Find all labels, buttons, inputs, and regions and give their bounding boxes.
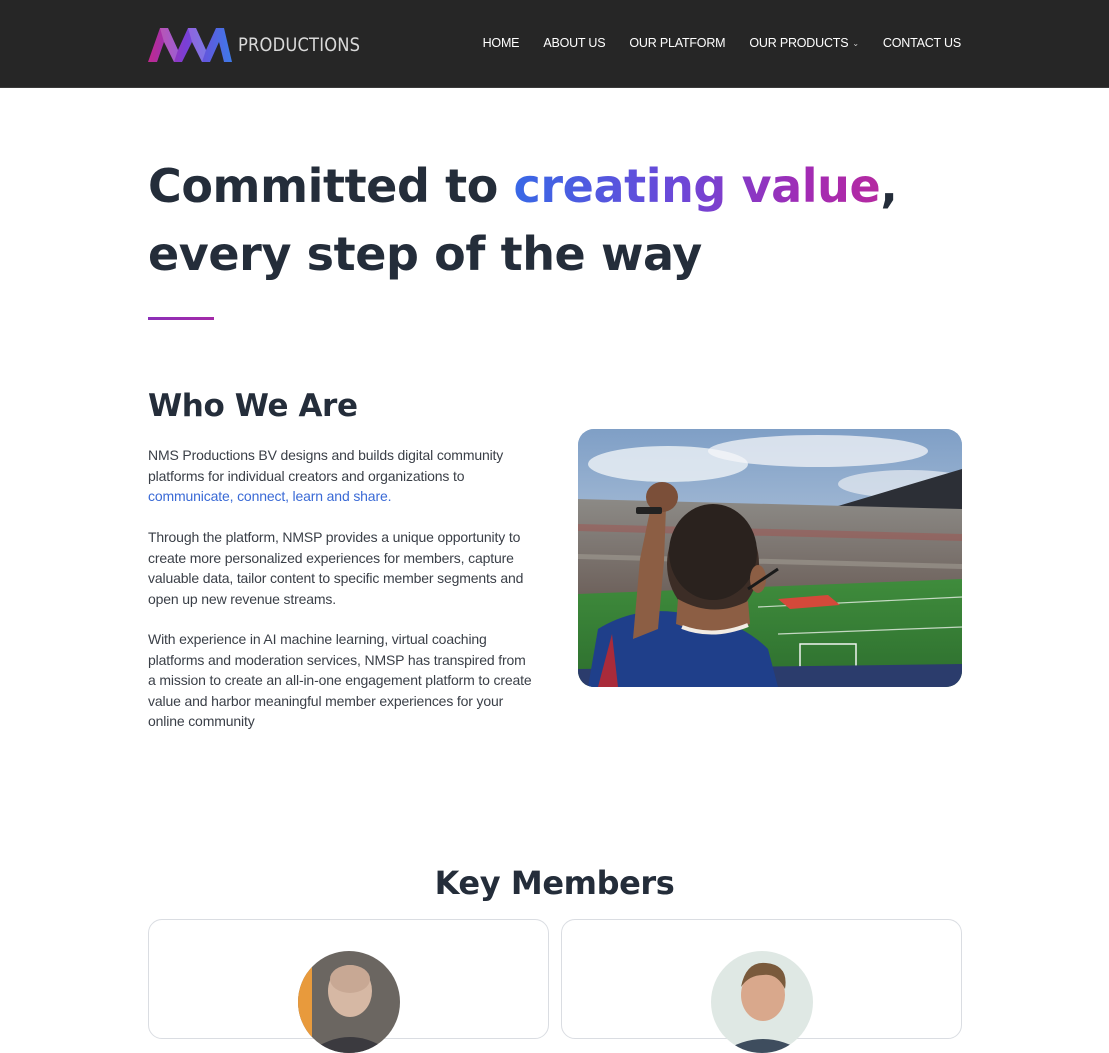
avatar	[298, 951, 400, 1053]
who-we-are-title: Who We Are	[148, 388, 358, 424]
stadium-photo	[578, 429, 962, 687]
key-members-title: Key Members	[434, 864, 675, 902]
logo-text: PRODUCTIONS	[238, 34, 361, 56]
hero-line1-prefix: Committed to	[148, 159, 514, 213]
stadium-illustration	[578, 429, 962, 687]
member-photo-1	[298, 951, 400, 1053]
nav-contact-us-label: CONTACT US	[882, 36, 961, 50]
logo[interactable]: PRODUCTIONS	[148, 26, 380, 64]
communicate-link[interactable]: communicate, connect, learn and share.	[148, 488, 391, 504]
nav-home[interactable]: HOME	[483, 36, 520, 50]
who-we-are-paragraph-1: NMS Productions BV designs and builds di…	[148, 445, 533, 507]
who-we-are-paragraph-3: With experience in AI machine learning, …	[148, 631, 532, 729]
hero-line2: every step of the way	[148, 227, 702, 281]
paragraph-1-text: NMS Productions BV designs and builds di…	[148, 447, 504, 484]
chevron-down-icon: ⌄	[852, 38, 859, 48]
avatar	[711, 951, 813, 1053]
member-photo-2	[711, 951, 813, 1053]
logo-mark-icon	[148, 28, 232, 62]
nav-home-label: HOME	[482, 36, 520, 50]
site-header: PRODUCTIONS HOME ABOUT US OUR PLATFORM O…	[0, 0, 1109, 88]
who-we-are-paragraph-2: Through the platform, NMSP provides a un…	[148, 529, 524, 607]
nav-our-platform[interactable]: OUR PLATFORM	[629, 36, 725, 50]
nav-our-products-label: OUR PRODUCTS	[749, 36, 849, 50]
hero-highlight: creating value	[513, 159, 881, 213]
member-card[interactable]	[561, 919, 962, 1053]
nav-about-us[interactable]: ABOUT US	[543, 36, 605, 50]
nav-contact-us[interactable]: CONTACT US	[883, 36, 961, 50]
nav-our-platform-label: OUR PLATFORM	[629, 36, 726, 50]
hero-heading: Committed to creating value, every step …	[148, 152, 968, 288]
main-nav: HOME ABOUT US OUR PLATFORM OUR PRODUCTS ⌄…	[483, 36, 962, 50]
nav-our-products[interactable]: OUR PRODUCTS ⌄	[749, 36, 859, 50]
hero-line1-suffix: ,	[880, 159, 898, 213]
nav-about-us-label: ABOUT US	[543, 36, 606, 50]
member-card[interactable]	[148, 919, 549, 1053]
hero-divider	[148, 317, 214, 320]
